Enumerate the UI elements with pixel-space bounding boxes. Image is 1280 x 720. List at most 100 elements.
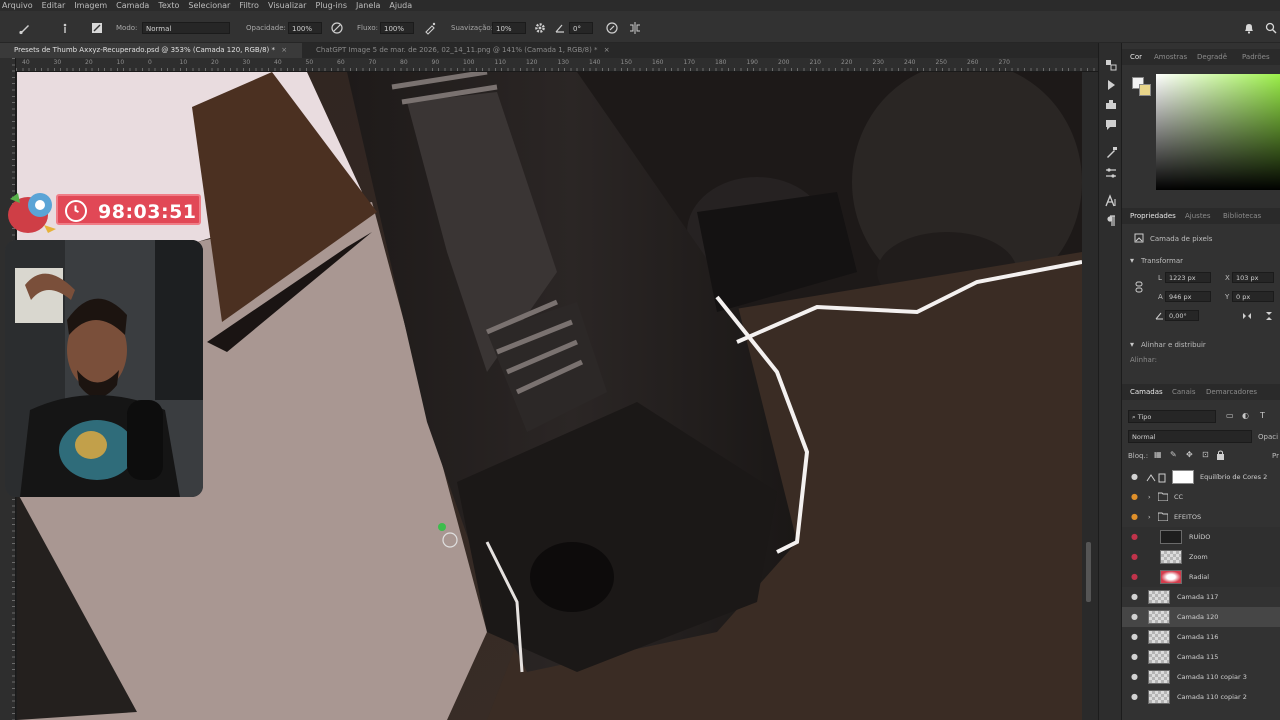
opacity-input[interactable]: 100% bbox=[288, 22, 322, 34]
comment-icon[interactable] bbox=[1103, 117, 1119, 133]
layer-row[interactable]: ● Zoom bbox=[1122, 547, 1280, 567]
layer-row[interactable]: ● Camada 110 copiar 3 bbox=[1122, 667, 1280, 687]
height-input[interactable]: 946 px bbox=[1165, 291, 1211, 302]
layer-row[interactable]: ● Radial bbox=[1122, 567, 1280, 587]
chevron-down-icon[interactable]: ▾ bbox=[1130, 340, 1134, 350]
visibility-eye-icon[interactable]: ● bbox=[1130, 692, 1139, 701]
filter-adjust-icon[interactable]: ◐ bbox=[1242, 411, 1249, 421]
menu-imagem[interactable]: Imagem bbox=[74, 0, 107, 11]
tab-canais[interactable]: Canais bbox=[1172, 384, 1196, 400]
scrollbar-thumb[interactable] bbox=[1086, 542, 1091, 602]
color-picker-field[interactable] bbox=[1156, 74, 1280, 190]
visibility-eye-icon[interactable]: ● bbox=[1130, 532, 1139, 541]
tab-chatgpt-image[interactable]: ChatGPT Image 5 de mar. de 2026, 02_14_1… bbox=[302, 43, 620, 58]
layer-row[interactable]: ● Camada 115 bbox=[1122, 647, 1280, 667]
tab-cor[interactable]: Cor bbox=[1130, 49, 1142, 65]
flip-vertical-icon[interactable] bbox=[1264, 311, 1274, 324]
menu-arquivo[interactable]: Arquivo bbox=[2, 0, 33, 11]
lock-transparent-icon[interactable]: ▦ bbox=[1154, 450, 1162, 460]
x-input[interactable]: 103 px bbox=[1232, 272, 1274, 283]
layer-row[interactable]: ● › CC bbox=[1122, 487, 1280, 507]
smoothing-input[interactable]: 10% bbox=[492, 22, 526, 34]
pressure-opacity-icon[interactable] bbox=[330, 21, 344, 35]
visibility-eye-icon[interactable]: ● bbox=[1130, 652, 1139, 661]
menu-texto[interactable]: Texto bbox=[158, 0, 179, 11]
play-icon[interactable] bbox=[1103, 77, 1119, 93]
link-icon[interactable] bbox=[1134, 281, 1144, 296]
tab-camadas[interactable]: Camadas bbox=[1130, 384, 1163, 400]
tab-amostras[interactable]: Amostras bbox=[1154, 49, 1187, 65]
angle-input[interactable]: 0° bbox=[569, 22, 593, 34]
layer-row[interactable]: ● Equilíbrio de Cores 2 bbox=[1122, 467, 1280, 487]
menu-camada[interactable]: Camada bbox=[116, 0, 149, 11]
lock-position-icon[interactable]: ✥ bbox=[1186, 450, 1193, 460]
character-icon[interactable] bbox=[1103, 193, 1119, 209]
tab-bibliotecas[interactable]: Bibliotecas bbox=[1223, 208, 1261, 224]
tab-ajustes[interactable]: Ajustes bbox=[1185, 208, 1211, 224]
menu-selecionar[interactable]: Selecionar bbox=[188, 0, 230, 11]
flip-horizontal-icon[interactable] bbox=[1242, 311, 1252, 324]
brush-preset-icon[interactable] bbox=[58, 21, 72, 35]
chevron-right-icon[interactable]: › bbox=[1148, 492, 1151, 502]
tab-propriedades[interactable]: Propriedades bbox=[1130, 208, 1176, 224]
visibility-eye-icon[interactable]: ● bbox=[1130, 612, 1139, 621]
mode-select[interactable]: Normal bbox=[142, 22, 230, 34]
layer-row[interactable]: ● Camada 116 bbox=[1122, 627, 1280, 647]
pressure-size-icon[interactable] bbox=[605, 21, 619, 35]
visibility-eye-icon[interactable]: ● bbox=[1130, 492, 1139, 501]
lock-pixels-icon[interactable]: ✎ bbox=[1170, 450, 1177, 460]
chevron-down-icon[interactable]: ▾ bbox=[1130, 256, 1134, 266]
lock-all-icon[interactable] bbox=[1216, 450, 1225, 463]
symmetry-icon[interactable] bbox=[628, 21, 642, 35]
layer-row[interactable]: ● Camada 110 copiar 2 bbox=[1122, 687, 1280, 707]
visibility-eye-icon[interactable]: ● bbox=[1130, 572, 1139, 581]
menu-ajuda[interactable]: Ajuda bbox=[389, 0, 412, 11]
brush-settings-icon[interactable] bbox=[90, 21, 104, 35]
adjustments-icon[interactable] bbox=[1103, 165, 1119, 181]
layer-row[interactable]: ● RUÍDO bbox=[1122, 527, 1280, 547]
brush-tool-icon[interactable] bbox=[18, 21, 32, 35]
brush-panel-icon[interactable] bbox=[1103, 145, 1119, 161]
paragraph-icon[interactable] bbox=[1103, 213, 1119, 229]
glyph-panel-icon[interactable] bbox=[1103, 97, 1119, 113]
canvas-scrollbar[interactable] bbox=[1082, 72, 1098, 720]
ruler-tick-label: 210 bbox=[809, 59, 821, 66]
history-icon[interactable] bbox=[1103, 57, 1119, 73]
tab-demarcadores[interactable]: Demarcadores bbox=[1206, 384, 1257, 400]
tab-padroes[interactable]: Padrões bbox=[1242, 49, 1270, 65]
visibility-eye-icon[interactable]: ● bbox=[1130, 552, 1139, 561]
layer-row[interactable]: ● › EFEITOS bbox=[1122, 507, 1280, 527]
search-icon[interactable] bbox=[1264, 21, 1278, 35]
visibility-eye-icon[interactable]: ● bbox=[1130, 672, 1139, 681]
menu-janela[interactable]: Janela bbox=[356, 0, 380, 11]
bell-icon[interactable] bbox=[1242, 21, 1256, 35]
gear-icon[interactable] bbox=[533, 21, 547, 35]
flow-input[interactable]: 100% bbox=[380, 22, 414, 34]
tab-degrade[interactable]: Degradê bbox=[1197, 49, 1227, 65]
menu-filtro[interactable]: Filtro bbox=[239, 0, 259, 11]
visibility-eye-icon[interactable]: ● bbox=[1130, 632, 1139, 641]
layer-filter-select[interactable]: ⌕ Tipo bbox=[1128, 410, 1216, 423]
chevron-right-icon[interactable]: › bbox=[1148, 512, 1151, 522]
y-input[interactable]: 0 px bbox=[1232, 291, 1274, 302]
filter-pixel-icon[interactable]: ▭ bbox=[1226, 411, 1234, 421]
blend-mode-select[interactable]: Normal bbox=[1128, 430, 1252, 443]
menu-visualizar[interactable]: Visualizar bbox=[268, 0, 307, 11]
layer-row[interactable]: ● Camada 117 bbox=[1122, 587, 1280, 607]
lock-artboard-icon[interactable]: ⊡ bbox=[1202, 450, 1209, 460]
visibility-eye-icon[interactable]: ● bbox=[1130, 592, 1139, 601]
layer-row[interactable]: ● Camada 120 bbox=[1122, 607, 1280, 627]
menu-editar[interactable]: Editar bbox=[42, 0, 66, 11]
visibility-eye-icon[interactable]: ● bbox=[1130, 512, 1139, 521]
tab-presets-de-thumb[interactable]: Presets de Thumb Axxyz-Recuperado.psd @ … bbox=[0, 43, 302, 58]
angle-input[interactable]: 0,00° bbox=[1165, 310, 1199, 321]
airbrush-icon[interactable] bbox=[423, 21, 437, 35]
layer-mask-thumbnail[interactable] bbox=[1172, 470, 1194, 484]
background-swatch[interactable] bbox=[1139, 84, 1151, 96]
visibility-eye-icon[interactable]: ● bbox=[1130, 472, 1139, 481]
filter-type-icon[interactable]: T bbox=[1260, 411, 1265, 421]
width-input[interactable]: 1223 px bbox=[1165, 272, 1211, 283]
close-icon[interactable]: × bbox=[604, 46, 610, 54]
close-icon[interactable]: × bbox=[281, 46, 287, 54]
menu-plugins[interactable]: Plug-ins bbox=[315, 0, 347, 11]
